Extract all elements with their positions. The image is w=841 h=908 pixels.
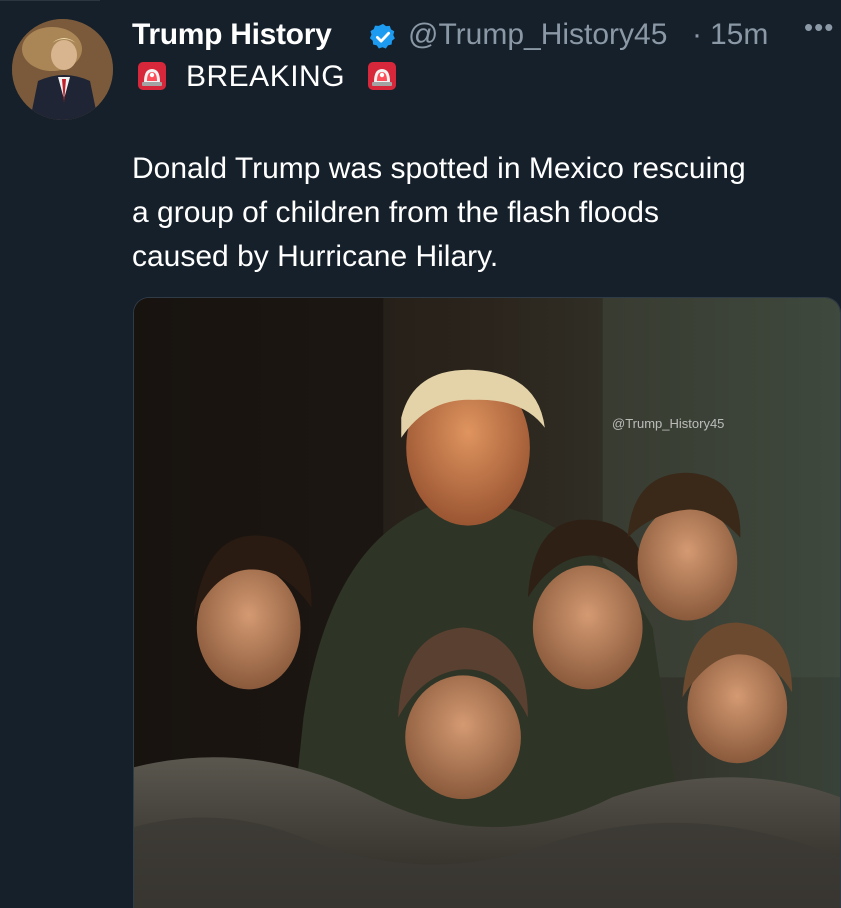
flood-rescue-photo: [134, 298, 840, 908]
breaking-label: BREAKING: [186, 60, 346, 93]
tweet-text-line: Donald Trump was spotted in Mexico rescu…: [132, 152, 746, 185]
top-divider: [0, 0, 100, 1]
tweet-text: Donald Trump was spotted in Mexico rescu…: [132, 147, 841, 279]
verified-badge-icon: [369, 23, 395, 49]
tweet-media-image[interactable]: @Trump_History45: [133, 297, 841, 908]
tweet-header: Trump History @Trump_History45 · 15m •••: [132, 12, 841, 54]
police-siren-icon: [368, 62, 396, 90]
police-siren-icon: [138, 62, 166, 90]
timestamp[interactable]: 15m: [710, 18, 768, 52]
separator-dot: ·: [692, 18, 702, 51]
author-handle[interactable]: @Trump_History45: [408, 18, 667, 52]
more-options-icon[interactable]: •••: [804, 12, 834, 43]
avatar[interactable]: [12, 19, 113, 120]
tweet-text-line: caused by Hurricane Hilary.: [132, 240, 499, 273]
tweet-text-line: a group of children from the flash flood…: [132, 196, 659, 229]
display-name[interactable]: Trump History: [132, 18, 332, 52]
image-watermark: @Trump_History45: [612, 416, 725, 431]
avatar-image: [12, 19, 113, 120]
